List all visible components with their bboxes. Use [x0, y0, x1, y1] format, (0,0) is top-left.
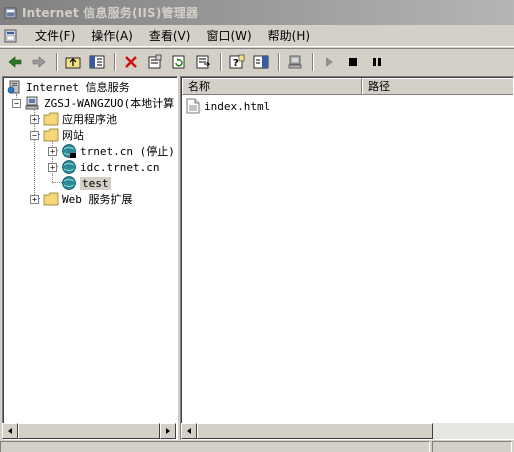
tree-node-app-pools[interactable]: + 应用程序池	[30, 111, 117, 127]
iis-root-icon	[7, 80, 20, 94]
tree-pane[interactable]: Internet 信息服务 − ZGSJ-WANGZUO(本地计算 + 应用程序…	[2, 76, 178, 440]
scroll-right-button[interactable]	[160, 423, 176, 439]
computer-icon	[25, 96, 39, 110]
forward-button[interactable]	[28, 51, 50, 73]
start-button[interactable]	[318, 51, 340, 73]
expand-toggle[interactable]: +	[48, 146, 57, 156]
refresh-button[interactable]	[168, 51, 190, 73]
svg-text:?: ?	[233, 58, 239, 69]
tree-node-iis-root[interactable]: Internet 信息服务	[7, 79, 130, 95]
toolbar-separator	[114, 52, 116, 71]
title-bar[interactable]: Internet 信息服务(IIS)管理器	[0, 0, 514, 25]
iis-manager-window: Internet 信息服务(IIS)管理器 文件(F) 操作(A) 查看(V) …	[0, 0, 514, 452]
toolbar-separator	[220, 52, 222, 71]
list-item[interactable]: index.html	[186, 98, 270, 114]
tree-label-site: trnet.cn (停止)	[80, 145, 175, 158]
toolbar: ?	[0, 48, 514, 74]
refresh-icon	[172, 55, 185, 68]
scroll-thumb[interactable]	[18, 423, 160, 439]
tree-node-site-test[interactable]: test	[61, 175, 111, 191]
expand-toggle[interactable]: +	[30, 114, 39, 124]
list-pane-content: 名称 路径 index.html	[181, 77, 513, 439]
tree-node-site-idc[interactable]: + idc.trnet.cn	[48, 159, 159, 175]
column-header-path[interactable]: 路径	[362, 78, 513, 95]
show-hide-tree-button[interactable]	[86, 51, 108, 73]
tree-label-app-pools: 应用程序池	[62, 113, 117, 126]
status-cell	[432, 441, 512, 452]
tree-node-websites[interactable]: − 网站	[30, 127, 84, 143]
menu-window[interactable]: 窗口(W)	[198, 27, 259, 44]
computer-icon	[288, 55, 302, 68]
iis-app-icon	[4, 7, 17, 18]
properties-icon	[148, 54, 162, 68]
tree-label-site: idc.trnet.cn	[80, 160, 160, 174]
folder-open-icon	[43, 128, 59, 142]
html-file-icon	[186, 98, 200, 114]
forward-icon	[32, 55, 46, 68]
scroll-thumb[interactable]	[197, 423, 433, 439]
toolbar-separator	[312, 52, 314, 71]
up-folder-icon	[65, 57, 81, 68]
pause-icon	[373, 57, 381, 66]
folder-icon	[43, 112, 59, 126]
show-tree-icon	[89, 55, 105, 68]
connect-computer-button[interactable]	[284, 51, 306, 73]
list-horizontal-scrollbar[interactable]	[181, 423, 514, 439]
show-pane-icon	[253, 55, 269, 68]
arrow-left-icon	[187, 428, 191, 434]
column-header-name[interactable]: 名称	[182, 78, 362, 95]
delete-button[interactable]	[120, 51, 142, 73]
help-button[interactable]: ?	[226, 51, 248, 73]
properties-button[interactable]	[144, 51, 166, 73]
toolbar-separator	[278, 52, 280, 71]
website-globe-icon	[62, 176, 76, 190]
tree-horizontal-scrollbar[interactable]	[2, 423, 176, 439]
menu-action[interactable]: 操作(A)	[83, 27, 141, 44]
arrow-left-icon	[8, 428, 12, 434]
collapse-toggle[interactable]: −	[30, 130, 39, 140]
expand-toggle[interactable]: +	[30, 194, 39, 204]
expand-toggle[interactable]: +	[48, 162, 57, 172]
column-headers: 名称 路径	[182, 78, 513, 95]
mdi-document-icon[interactable]	[3, 28, 19, 44]
show-hide-action-pane-button[interactable]	[250, 51, 272, 73]
up-level-button[interactable]	[62, 51, 84, 73]
export-icon	[196, 55, 211, 68]
website-globe-icon	[62, 160, 76, 174]
pause-button[interactable]	[366, 51, 388, 73]
file-name: index.html	[204, 99, 271, 113]
collapse-toggle[interactable]: −	[12, 98, 21, 108]
tree-label-site-selected: test	[80, 176, 111, 190]
export-list-button[interactable]	[192, 51, 214, 73]
scroll-left-button[interactable]	[2, 423, 18, 439]
stop-icon	[349, 57, 357, 66]
arrow-right-icon	[166, 428, 170, 434]
help-icon: ?	[229, 54, 245, 69]
delete-icon	[125, 55, 137, 68]
status-bar	[0, 441, 514, 452]
play-icon	[326, 56, 333, 67]
website-globe-stopped-icon	[62, 144, 76, 158]
back-button[interactable]	[4, 51, 26, 73]
back-icon	[8, 55, 22, 68]
tree-pane-content: Internet 信息服务 − ZGSJ-WANGZUO(本地计算 + 应用程序…	[3, 77, 177, 439]
menu-help[interactable]: 帮助(H)	[260, 27, 318, 44]
tree-label-server: ZGSJ-WANGZUO(本地计算	[44, 97, 175, 110]
list-pane[interactable]: 名称 路径 index.html	[180, 76, 514, 440]
status-cell	[0, 441, 430, 452]
menu-file[interactable]: 文件(F)	[27, 27, 83, 44]
tree-node-site-trnet[interactable]: + trnet.cn (停止)	[48, 143, 175, 159]
tree-node-web-extensions[interactable]: + Web 服务扩展	[30, 191, 133, 207]
tree-label-web-ext: Web 服务扩展	[62, 193, 133, 206]
tree-node-server[interactable]: − ZGSJ-WANGZUO(本地计算	[12, 95, 174, 111]
window-title: Internet 信息服务(IIS)管理器	[22, 6, 199, 20]
tree-label-root: Internet 信息服务	[26, 81, 130, 94]
toolbar-separator	[56, 52, 58, 71]
menu-view[interactable]: 查看(V)	[141, 27, 199, 44]
stop-button[interactable]	[342, 51, 364, 73]
tree-label-websites: 网站	[62, 129, 84, 142]
menu-bar: 文件(F) 操作(A) 查看(V) 窗口(W) 帮助(H)	[0, 25, 514, 47]
folder-icon	[43, 192, 59, 206]
scroll-left-button[interactable]	[181, 423, 197, 439]
